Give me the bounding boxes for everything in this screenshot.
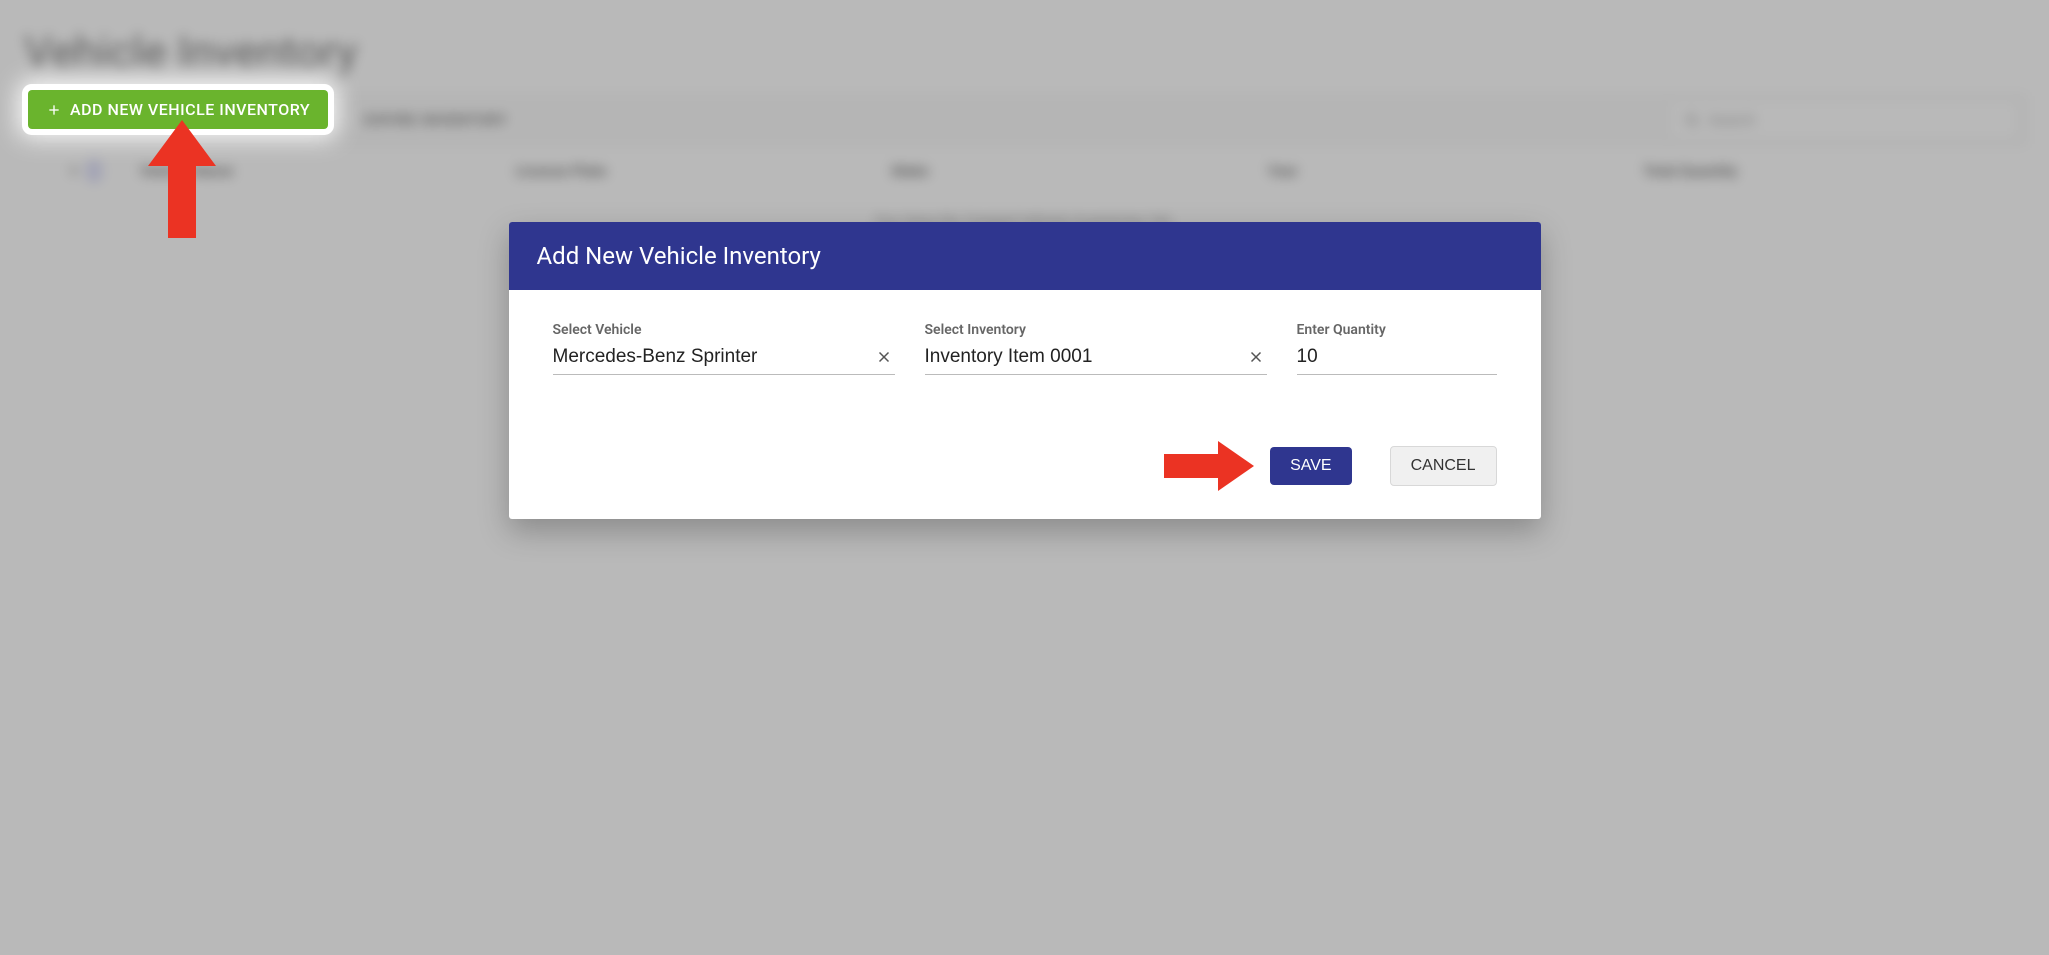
- field-select-inventory: Select Inventory: [925, 322, 1267, 375]
- field-enter-quantity: Enter Quantity: [1297, 322, 1497, 375]
- label-select-vehicle: Select Vehicle: [553, 322, 895, 338]
- label-enter-quantity: Enter Quantity: [1297, 322, 1497, 338]
- modal-title: Add New Vehicle Inventory: [509, 222, 1541, 290]
- clear-vehicle-icon[interactable]: [873, 346, 895, 368]
- modal-actions: SAVE CANCEL: [509, 385, 1541, 519]
- label-select-inventory: Select Inventory: [925, 322, 1267, 338]
- field-select-vehicle: Select Vehicle: [553, 322, 895, 375]
- clear-inventory-icon[interactable]: [1245, 346, 1267, 368]
- add-new-vehicle-inventory-button[interactable]: ADD NEW VEHICLE INVENTORY: [28, 90, 328, 129]
- select-vehicle-input[interactable]: [553, 346, 873, 368]
- select-inventory-input[interactable]: [925, 346, 1245, 368]
- save-button[interactable]: SAVE: [1270, 447, 1352, 485]
- add-button-label: ADD NEW VEHICLE INVENTORY: [70, 100, 310, 119]
- plus-icon: [46, 102, 62, 118]
- add-vehicle-inventory-modal: Add New Vehicle Inventory Select Vehicle…: [509, 222, 1541, 519]
- quantity-input[interactable]: [1297, 346, 1497, 368]
- cancel-button[interactable]: CANCEL: [1390, 446, 1497, 486]
- modal-body: Select Vehicle Select Inventory Enter Qu…: [509, 290, 1541, 385]
- annotation-arrow-save-button: [1164, 443, 1254, 489]
